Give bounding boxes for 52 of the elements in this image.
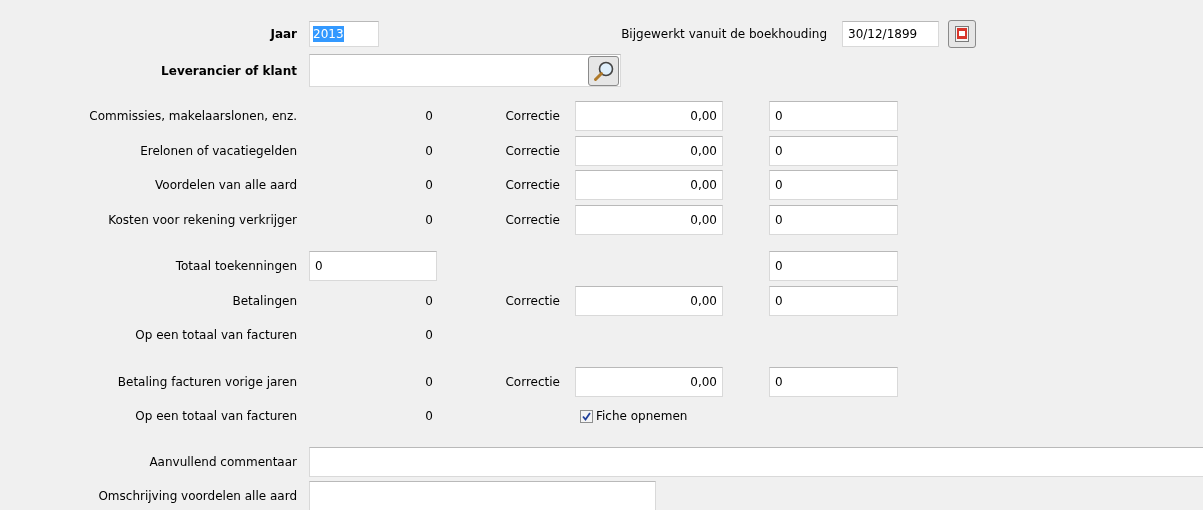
result-field[interactable]: 0 xyxy=(769,204,898,235)
total-field[interactable]: 0 xyxy=(309,251,437,282)
search-icon xyxy=(592,59,615,82)
amount-value: 0 xyxy=(424,293,433,308)
amount-value: 0 xyxy=(424,143,433,158)
field-label: Omschrijving voordelen alle aard xyxy=(97,489,297,504)
result-field[interactable]: 0 xyxy=(769,135,898,166)
field-label: Totaal toekenningen xyxy=(174,259,297,274)
result-field[interactable]: 0 xyxy=(769,170,898,201)
field-label: Op een totaal van facturen xyxy=(134,409,297,424)
correction-field[interactable]: 0,00 xyxy=(575,135,723,166)
correction-field[interactable]: 0,00 xyxy=(575,101,723,132)
field-label: Betaling facturen vorige jaren xyxy=(116,374,297,389)
checkbox-label[interactable]: Fiche opnemen xyxy=(596,409,688,424)
correction-field[interactable]: 0,00 xyxy=(575,170,723,201)
field-label: Erelonen of vacatiegelden xyxy=(139,143,297,158)
count-value: 0 xyxy=(424,328,433,343)
result-field[interactable]: 0 xyxy=(769,101,898,132)
field-label: Op een totaal van facturen xyxy=(134,328,297,343)
correction-field[interactable]: 0,00 xyxy=(575,204,723,235)
correction-field[interactable]: 0,00 xyxy=(575,366,723,397)
field-label: Kosten voor rekening verkrijger xyxy=(107,212,297,227)
supplier-field[interactable] xyxy=(309,54,621,87)
amount-value: 0 xyxy=(424,374,433,389)
result-field[interactable]: 0 xyxy=(769,251,898,282)
field-label: Commissies, makelaarslonen, enz. xyxy=(88,109,297,124)
text-field[interactable] xyxy=(309,446,1203,477)
field-label: Bijgewerkt vanuit de boekhouding xyxy=(620,27,827,41)
calendar-icon xyxy=(955,26,969,42)
field-label: Aanvullend commentaar xyxy=(148,454,297,469)
correction-field[interactable]: 0,00 xyxy=(575,285,723,316)
calendar-button[interactable] xyxy=(948,20,976,48)
amount-value: 0 xyxy=(424,109,433,124)
field-label: Jaar xyxy=(268,27,297,41)
search-button[interactable] xyxy=(588,55,619,86)
correction-label: Correctie xyxy=(504,178,560,193)
correction-label: Correctie xyxy=(504,109,560,124)
text-field[interactable] xyxy=(309,481,656,510)
correction-label: Correctie xyxy=(504,374,560,389)
result-field[interactable]: 0 xyxy=(769,285,898,316)
date-field[interactable]: 30/12/1899 xyxy=(842,21,939,47)
correction-label: Correctie xyxy=(504,293,560,308)
count-value: 0 xyxy=(424,409,433,424)
correction-label: Correctie xyxy=(504,212,560,227)
field-label: Leverancier of klant xyxy=(160,63,297,78)
checkbox[interactable] xyxy=(580,409,593,423)
field-label: Voordelen van alle aard xyxy=(154,178,297,193)
amount-value: 0 xyxy=(424,178,433,193)
field-label: Betalingen xyxy=(231,293,297,308)
result-field[interactable]: 0 xyxy=(769,366,898,397)
correction-label: Correctie xyxy=(504,143,560,158)
amount-value: 0 xyxy=(424,212,433,227)
